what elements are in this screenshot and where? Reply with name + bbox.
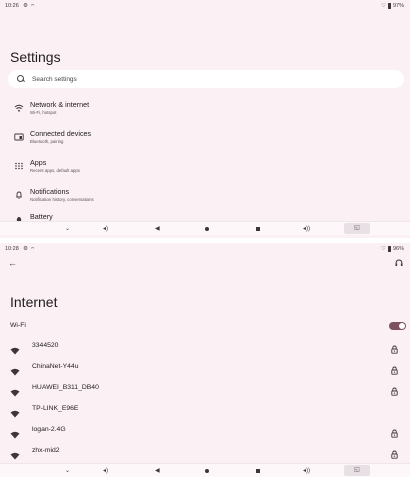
settings-item-network[interactable]: Network & internet Wi-Fi, hotspot: [0, 95, 410, 121]
wifi-signal-icon: [10, 384, 20, 397]
network-name: ChinaNet-Y44u: [32, 363, 79, 370]
recents-button[interactable]: [256, 469, 260, 473]
settings-item-label: Battery: [30, 212, 53, 221]
settings-item-subtitle: Wi-Fi, hotspot: [30, 110, 57, 115]
devices-icon: [14, 133, 24, 141]
back-button[interactable]: ◀: [155, 467, 160, 475]
settings-status-icon: ⚙: [23, 246, 28, 252]
home-button[interactable]: [205, 469, 209, 473]
screenshot-button[interactable]: ◱: [344, 465, 370, 476]
recents-button[interactable]: [256, 227, 260, 231]
wifi-signal-icon: [10, 405, 20, 418]
network-item[interactable]: 3344520: [0, 335, 410, 357]
lock-icon: [390, 362, 399, 375]
settings-item-connected-devices[interactable]: Connected devices Bluetooth, pairing: [0, 124, 410, 150]
chevron-down-icon[interactable]: ⌄: [65, 225, 70, 233]
network-name: 3344520: [32, 342, 59, 349]
network-item[interactable]: logan-2.4G: [0, 419, 410, 441]
help-icon[interactable]: [395, 259, 403, 269]
settings-status-icon: ⚙: [23, 3, 28, 9]
back-button[interactable]: ◀: [155, 225, 160, 233]
internet-screen: 10:28 ⚙ ⌔ ♡ 96% ← Internet Wi-Fi 3344520…: [0, 243, 410, 477]
page-title: Internet: [10, 294, 58, 310]
settings-item-subtitle: Notification history, conversations: [30, 197, 94, 202]
navigation-bar: ⌄ ◂) ◀ ◂)) ◱: [0, 463, 410, 477]
lock-icon: [390, 341, 399, 354]
volume-up-icon[interactable]: ◂)): [303, 225, 310, 233]
battery-percent: 96%: [392, 246, 404, 252]
lock-icon: [390, 446, 399, 459]
chevron-down-icon[interactable]: ⌄: [65, 467, 70, 475]
network-item[interactable]: HUAWEI_B311_DB40: [0, 377, 410, 399]
network-name: logan-2.4G: [32, 426, 66, 433]
wifi-signal-icon: [10, 342, 20, 355]
settings-screen: 10:26 ⚙ ⌔ ♡ 97% Settings Network & inter…: [0, 0, 410, 238]
wifi-toggle-row[interactable]: Wi-Fi: [0, 319, 410, 333]
network-name: zhx-mid2: [32, 447, 60, 454]
network-item[interactable]: ChinaNet-Y44u: [0, 356, 410, 378]
settings-item-subtitle: Bluetooth, pairing: [30, 139, 64, 144]
settings-item-notifications[interactable]: Notifications Notification history, conv…: [0, 182, 410, 208]
lock-icon: [390, 383, 399, 396]
settings-item-subtitle: Recent apps, default apps: [30, 168, 80, 173]
settings-item-label: Notifications: [30, 187, 70, 196]
status-bar: 10:28 ⚙ ⌔ ♡ 96%: [0, 243, 410, 255]
battery-status-icon: [387, 3, 391, 9]
search-bar[interactable]: [8, 70, 404, 88]
page-title: Settings: [10, 49, 61, 65]
network-item[interactable]: TP-LINK_E96E: [0, 398, 410, 420]
apps-grid-icon: [14, 162, 24, 170]
wifi-signal-icon: [10, 447, 20, 460]
wifi-label: Wi-Fi: [10, 322, 26, 329]
bell-icon: [14, 191, 24, 199]
wifi-status-icon: ⌔: [30, 4, 36, 10]
wifi-status-icon: ⌔: [30, 247, 36, 253]
bluetooth-status-icon: ♡: [381, 3, 386, 9]
wifi-signal-icon: [10, 363, 20, 376]
back-arrow-icon[interactable]: ←: [8, 258, 17, 268]
bluetooth-status-icon: ♡: [381, 246, 386, 252]
lock-icon: [390, 425, 399, 438]
wifi-toggle[interactable]: [389, 322, 406, 330]
wifi-icon: [14, 104, 24, 112]
battery-status-icon: [387, 246, 391, 252]
volume-down-icon[interactable]: ◂): [103, 467, 108, 475]
settings-item-label: Connected devices: [30, 129, 92, 138]
wifi-signal-icon: [10, 426, 20, 439]
status-time: 10:28: [5, 246, 19, 252]
battery-percent: 97%: [392, 3, 404, 9]
settings-item-label: Network & internet: [30, 100, 90, 109]
settings-item-label: Apps: [30, 158, 47, 167]
settings-item-apps[interactable]: Apps Recent apps, default apps: [0, 153, 410, 179]
network-item[interactable]: zhx-mid2: [0, 440, 410, 462]
search-input[interactable]: [32, 75, 372, 83]
volume-down-icon[interactable]: ◂): [103, 225, 108, 233]
screenshot-button[interactable]: ◱: [344, 223, 370, 234]
navigation-bar: ⌄ ◂) ◀ ◂)) ◱: [0, 221, 410, 235]
home-button[interactable]: [205, 227, 209, 231]
network-name: HUAWEI_B311_DB40: [32, 384, 99, 391]
status-bar: 10:26 ⚙ ⌔ ♡ 97%: [0, 0, 410, 12]
search-icon: [17, 74, 26, 84]
status-time: 10:26: [5, 3, 19, 9]
network-name: TP-LINK_E96E: [32, 405, 79, 412]
volume-up-icon[interactable]: ◂)): [303, 467, 310, 475]
